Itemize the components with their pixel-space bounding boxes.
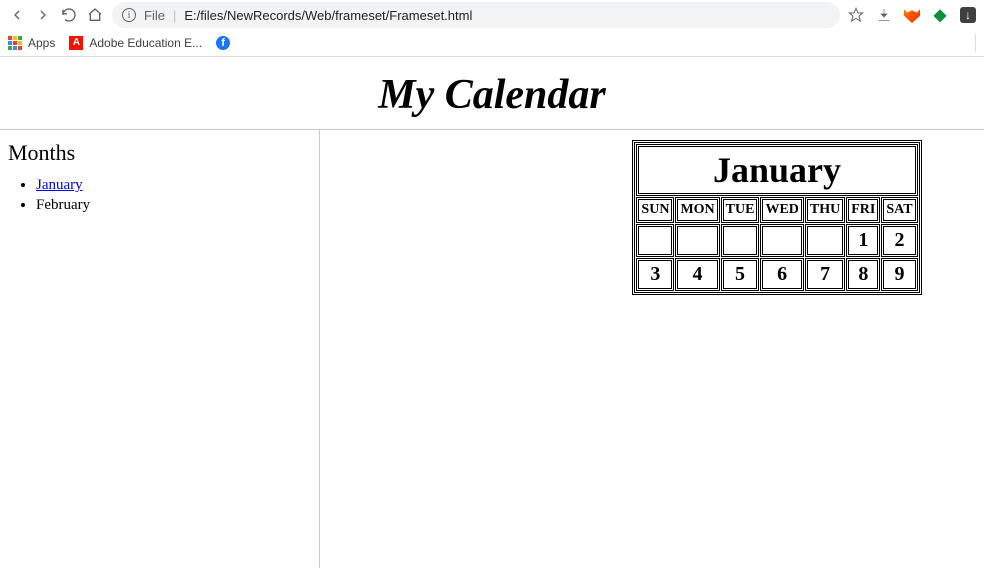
frameset: Months January February January SUN MON … — [0, 130, 984, 568]
reload-button[interactable] — [60, 6, 78, 24]
extension-dark-icon[interactable]: ↓ — [960, 7, 976, 23]
month-list-item: February — [36, 196, 311, 216]
dow-fri: FRI — [846, 197, 880, 223]
dow-mon: MON — [675, 197, 719, 223]
back-button[interactable] — [8, 6, 26, 24]
calendar-day-cell: 9 — [881, 258, 917, 291]
calendar-week-row: 3 4 5 6 7 8 9 — [636, 258, 917, 291]
download-icon[interactable] — [876, 7, 892, 23]
dow-wed: WED — [760, 197, 803, 223]
calendar-day-cell: 6 — [760, 258, 803, 291]
calendar-day-cell: 4 — [675, 258, 719, 291]
forward-button[interactable] — [34, 6, 52, 24]
sidebar-heading: Months — [8, 140, 311, 166]
calendar-month-name: January — [636, 144, 917, 196]
calendar-dow-row: SUN MON TUE WED THU FRI SAT — [636, 197, 917, 223]
calendar-day-cell — [721, 224, 760, 257]
calendar-day-cell — [805, 224, 845, 257]
month-link-january[interactable]: January — [36, 177, 83, 193]
month-list-item: January — [36, 176, 311, 196]
page-title: My Calendar — [0, 71, 984, 119]
address-bar[interactable]: i File | E:/files/NewRecords/Web/framese… — [112, 2, 840, 28]
calendar-day-cell: 3 — [636, 258, 674, 291]
calendar-day-cell: 5 — [721, 258, 760, 291]
calendar-day-cell: 2 — [881, 224, 917, 257]
bookmark-apps-label: Apps — [28, 36, 55, 50]
dow-thu: THU — [805, 197, 845, 223]
calendar-table: January SUN MON TUE WED THU FRI SAT 1 — [632, 140, 921, 295]
extension-green-icon[interactable]: ◆ — [932, 7, 948, 23]
home-button[interactable] — [86, 6, 104, 24]
bookmarks-overflow-divider — [975, 34, 976, 52]
apps-icon — [8, 36, 22, 50]
extension-metamask-icon[interactable] — [904, 7, 920, 23]
toolbar-right-icons: ◆ ↓ — [848, 7, 976, 23]
calendar-day-cell: 7 — [805, 258, 845, 291]
site-info-icon[interactable]: i — [122, 8, 136, 22]
bookmark-adobe[interactable]: Adobe Education E... — [69, 36, 202, 50]
url-scheme-label: File — [144, 8, 165, 23]
calendar-day-cell — [760, 224, 803, 257]
dow-sun: SUN — [636, 197, 674, 223]
calendar-day-cell — [636, 224, 674, 257]
month-list: January February — [8, 176, 311, 215]
bookmark-adobe-label: Adobe Education E... — [89, 36, 202, 50]
sidebar-frame: Months January February — [0, 130, 320, 568]
url-separator: | — [173, 8, 176, 23]
url-text: E:/files/NewRecords/Web/frameset/Framese… — [184, 8, 472, 23]
month-label-february: February — [36, 197, 90, 213]
bookmark-star-icon[interactable] — [848, 7, 864, 23]
bookmark-facebook[interactable]: f — [216, 36, 230, 50]
calendar-day-cell — [675, 224, 719, 257]
main-frame: January SUN MON TUE WED THU FRI SAT 1 — [320, 130, 984, 568]
browser-toolbar: i File | E:/files/NewRecords/Web/framese… — [0, 0, 984, 30]
calendar-day-cell: 8 — [846, 258, 880, 291]
facebook-icon: f — [216, 36, 230, 50]
dow-sat: SAT — [881, 197, 917, 223]
bookmark-apps[interactable]: Apps — [8, 36, 55, 50]
adobe-icon — [69, 36, 83, 50]
page-header: My Calendar — [0, 57, 984, 129]
calendar-week-row: 1 2 — [636, 224, 917, 257]
dow-tue: TUE — [721, 197, 760, 223]
bookmarks-bar: Apps Adobe Education E... f — [0, 30, 984, 56]
calendar-day-cell: 1 — [846, 224, 880, 257]
